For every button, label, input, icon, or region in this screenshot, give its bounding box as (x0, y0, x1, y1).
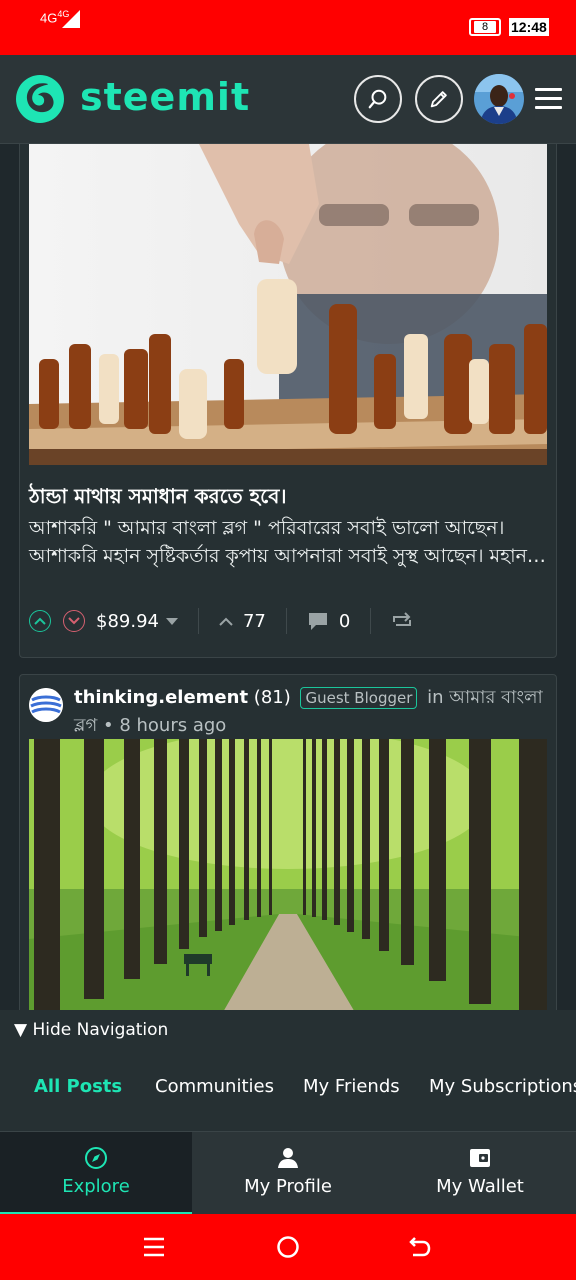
vote-count[interactable]: 77 (219, 611, 266, 632)
chevron-up-icon (34, 617, 46, 625)
author-avatar[interactable] (29, 688, 63, 722)
chevron-up-icon (219, 617, 233, 626)
author-name[interactable]: thinking.element (74, 687, 248, 708)
app-header: steemit (0, 55, 576, 144)
battery-icon: 8 (469, 18, 501, 36)
divider (197, 608, 199, 634)
status-bar: 4G4G 8 12:48 (0, 0, 576, 55)
menu-icon[interactable] (535, 88, 562, 110)
payout-value[interactable]: $89.94 (96, 611, 159, 632)
home-icon[interactable] (275, 1234, 301, 1260)
chevron-down-icon (68, 617, 80, 625)
comment-count[interactable]: 0 (307, 611, 350, 632)
clock: 12:48 (509, 18, 549, 36)
post-actions: $89.94 77 0 (29, 606, 549, 636)
compass-icon (85, 1147, 107, 1169)
tab-all-posts[interactable]: All Posts (34, 1076, 122, 1097)
recent-apps-icon[interactable] (141, 1234, 167, 1260)
nav-my-wallet[interactable]: My Wallet (384, 1132, 576, 1215)
comment-count-value: 0 (338, 610, 351, 632)
hide-navigation-toggle[interactable]: ▼ Hide Navigation (14, 1020, 168, 1040)
feed-tabs: All Posts Communities My Friends My Subs… (0, 1076, 576, 1100)
tab-my-subscriptions[interactable]: My Subscriptions (429, 1076, 576, 1097)
back-icon[interactable] (407, 1234, 433, 1260)
author-meta: thinking.element (81) Guest Blogger in আ… (74, 684, 544, 740)
search-icon (368, 89, 387, 109)
tab-my-friends[interactable]: My Friends (303, 1076, 400, 1097)
post-time: • 8 hours ago (102, 715, 227, 736)
signal-strength-icon (62, 10, 80, 28)
avatar[interactable] (474, 74, 524, 124)
nav-my-profile-label: My Profile (244, 1176, 332, 1197)
divider (370, 608, 372, 634)
post-feed: ঠান্ডা মাথায় সমাধান করতে হবে। আশাকরি " … (0, 144, 576, 1010)
nav-my-wallet-label: My Wallet (436, 1176, 524, 1197)
brand-name[interactable]: steemit (80, 75, 250, 119)
in-label: in (427, 687, 444, 708)
divider (285, 608, 287, 634)
triangle-down-icon: ▼ (14, 1020, 28, 1040)
author-reputation: (81) (253, 687, 291, 708)
payout-dropdown-icon[interactable] (165, 617, 178, 625)
upvote-button[interactable] (29, 610, 51, 632)
post-image-tree-path[interactable] (29, 739, 547, 1010)
vote-count-value: 77 (242, 610, 266, 632)
bottom-navigation: Explore My Profile My Wallet (0, 1131, 576, 1215)
nav-explore[interactable]: Explore (0, 1132, 192, 1215)
post-excerpt[interactable]: আশাকরি " আমার বাংলা ব্লগ " পরিবারের সবাই… (29, 514, 549, 570)
nav-my-profile[interactable]: My Profile (192, 1132, 384, 1215)
search-button[interactable] (354, 75, 402, 123)
system-navigation-bar (0, 1214, 576, 1280)
user-icon (278, 1148, 298, 1168)
post-title[interactable]: ঠান্ডা মাথায় সমাধান করতে হবে। (29, 482, 549, 515)
steemit-logo-icon[interactable] (14, 73, 66, 125)
guest-blogger-badge: Guest Blogger (300, 687, 418, 709)
navigation-panel: ▼ Hide Navigation All Posts Communities … (0, 1010, 576, 1131)
comment-icon (308, 613, 327, 630)
tab-communities[interactable]: Communities (155, 1076, 274, 1097)
downvote-button[interactable] (63, 610, 85, 632)
resteem-icon[interactable] (391, 612, 413, 630)
hide-navigation-label: Hide Navigation (32, 1020, 169, 1040)
pencil-icon (430, 91, 447, 108)
wallet-icon (470, 1149, 490, 1167)
write-post-button[interactable] (415, 75, 463, 123)
nav-explore-label: Explore (62, 1176, 130, 1197)
post-image-chess[interactable] (29, 144, 547, 465)
